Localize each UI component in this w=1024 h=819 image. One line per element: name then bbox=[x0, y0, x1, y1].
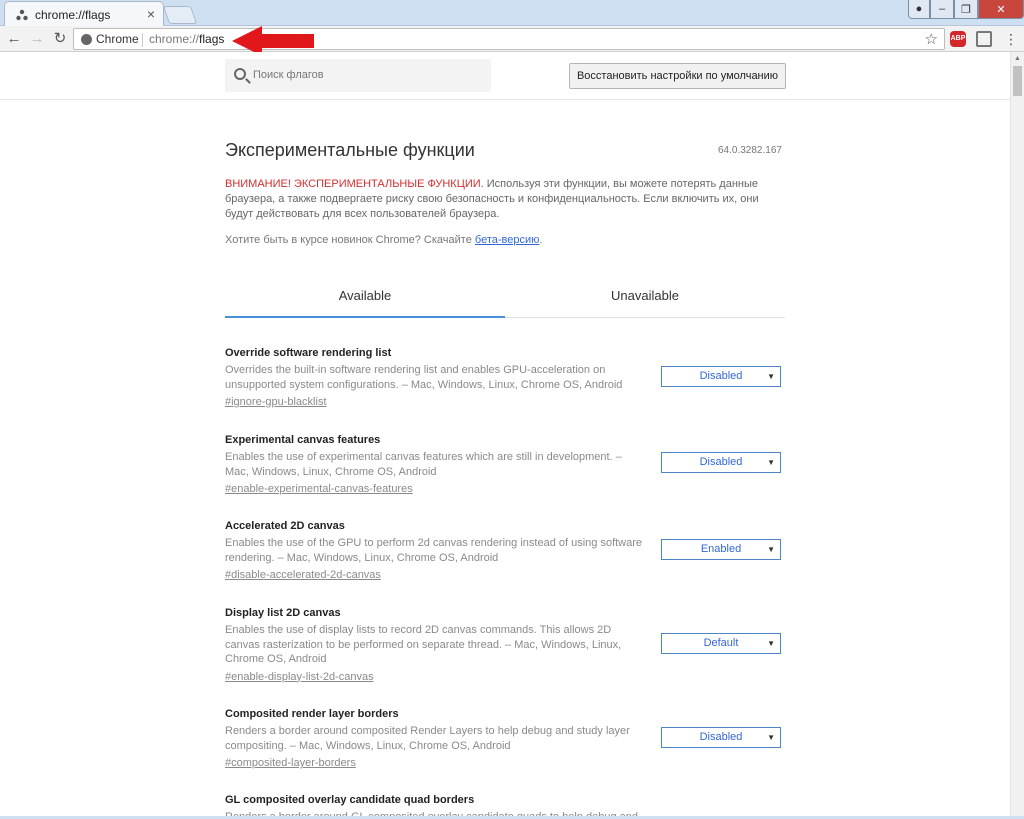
url-text[interactable]: chrome://flags bbox=[149, 32, 224, 46]
flag-state-select[interactable]: Enabled ▼ bbox=[661, 539, 781, 560]
tab-unavailable[interactable]: Unavailable bbox=[505, 276, 785, 318]
user-icon[interactable]: ● bbox=[908, 0, 930, 19]
flag-item: Display list 2D canvas Enables the use o… bbox=[225, 607, 785, 685]
page-title: Экспериментальные функции bbox=[225, 140, 475, 160]
flag-state-select[interactable]: Disabled ▼ bbox=[661, 727, 781, 748]
restore-icon[interactable]: ❐ bbox=[954, 0, 978, 19]
url-scheme: chrome:// bbox=[149, 32, 200, 46]
select-value: Default bbox=[703, 637, 739, 649]
flag-name: Override software rendering list bbox=[225, 347, 392, 359]
select-value: Enabled bbox=[700, 543, 742, 555]
select-value: Disabled bbox=[699, 456, 743, 468]
scroll-up-icon[interactable]: ▲ bbox=[1014, 55, 1021, 62]
url-host: flags bbox=[199, 32, 225, 46]
title-bar: chrome://flags × ● – ❐ ✕ bbox=[0, 0, 1024, 27]
beta-link[interactable]: бета-версию bbox=[475, 234, 539, 246]
tab-available[interactable]: Available bbox=[225, 276, 505, 318]
flag-anchor-link[interactable]: #composited-layer-borders bbox=[225, 757, 356, 769]
flags-page: Восстановить настройки по умолчанию Эксп… bbox=[0, 52, 1010, 819]
beta-line: Хотите быть в курсе новинок Chrome? Скач… bbox=[225, 234, 542, 246]
flag-item: Accelerated 2D canvas Enables the use of… bbox=[225, 520, 785, 583]
warning-text: ВНИМАНИЕ! ЭКСПЕРИМЕНТАЛЬНЫЕ ФУНКЦИИ. Исп… bbox=[225, 177, 785, 222]
beta-text: Хотите быть в курсе новинок Chrome? Скач… bbox=[225, 234, 475, 246]
tab-close-icon[interactable]: × bbox=[147, 6, 155, 22]
flag-anchor-link[interactable]: #enable-display-list-2d-canvas bbox=[225, 671, 374, 683]
browser-tab[interactable]: chrome://flags × bbox=[4, 1, 164, 27]
site-chip: Chrome bbox=[96, 32, 139, 46]
new-tab-button[interactable] bbox=[162, 6, 198, 24]
flag-description: Overrides the built-in software renderin… bbox=[225, 364, 623, 391]
chevron-down-icon: ▼ bbox=[767, 458, 775, 467]
flag-anchor-link[interactable]: #disable-accelerated-2d-canvas bbox=[225, 569, 381, 581]
reload-icon[interactable]: ↻ bbox=[51, 30, 69, 48]
toolbar: ← → ↻ Chrome chrome://flags ☆ ABP ⋮ bbox=[0, 26, 1024, 52]
flag-state-select[interactable]: Disabled ▼ bbox=[661, 452, 781, 473]
close-window-icon[interactable]: ✕ bbox=[978, 0, 1024, 19]
beta-after: . bbox=[539, 234, 543, 246]
window-controls: ● – ❐ ✕ bbox=[908, 0, 1024, 20]
tab-bar: Available Unavailable bbox=[225, 276, 785, 318]
flag-name: Display list 2D canvas bbox=[225, 607, 341, 619]
flag-description: Renders a border around composited Rende… bbox=[225, 725, 630, 752]
page-header: Восстановить настройки по умолчанию bbox=[0, 52, 1010, 100]
flag-name: GL composited overlay candidate quad bor… bbox=[225, 794, 475, 806]
flag-name: Experimental canvas features bbox=[225, 434, 381, 446]
flag-description: Enables the use of display lists to reco… bbox=[225, 624, 622, 665]
info-icon[interactable] bbox=[81, 34, 92, 45]
chevron-down-icon: ▼ bbox=[767, 545, 775, 554]
bookmark-star-icon[interactable]: ☆ bbox=[925, 30, 938, 48]
adblock-icon[interactable]: ABP bbox=[950, 31, 966, 47]
flag-name: Composited render layer borders bbox=[225, 708, 399, 720]
version-label: 64.0.3282.167 bbox=[718, 145, 782, 156]
select-value: Disabled bbox=[699, 370, 743, 382]
chevron-down-icon: ▼ bbox=[767, 733, 775, 742]
flag-description: Enables the use of the GPU to perform 2d… bbox=[225, 537, 643, 564]
cast-icon[interactable] bbox=[976, 31, 992, 47]
scrollbar-thumb[interactable] bbox=[1013, 66, 1022, 96]
search-input[interactable] bbox=[253, 67, 483, 83]
chevron-down-icon: ▼ bbox=[767, 372, 775, 381]
search-box[interactable] bbox=[225, 59, 491, 92]
address-bar[interactable]: Chrome chrome://flags ☆ bbox=[73, 28, 945, 50]
flask-icon bbox=[16, 9, 28, 21]
flag-name: Accelerated 2D canvas bbox=[225, 520, 345, 532]
select-value: Disabled bbox=[699, 731, 743, 743]
flag-state-select[interactable]: Default ▼ bbox=[661, 633, 781, 654]
chevron-down-icon: ▼ bbox=[767, 639, 775, 648]
flag-anchor-link[interactable]: #enable-experimental-canvas-features bbox=[225, 483, 413, 495]
flag-item: Composited render layer borders Renders … bbox=[225, 708, 785, 771]
flag-state-select[interactable]: Disabled ▼ bbox=[661, 366, 781, 387]
search-icon bbox=[234, 68, 246, 80]
divider bbox=[142, 33, 143, 47]
page-scrollbar[interactable]: ▲ bbox=[1010, 52, 1024, 819]
menu-icon[interactable]: ⋮ bbox=[1004, 31, 1018, 47]
minimize-icon[interactable]: – bbox=[930, 0, 954, 19]
reset-all-button[interactable]: Восстановить настройки по умолчанию bbox=[569, 63, 786, 89]
warning-lead: ВНИМАНИЕ! ЭКСПЕРИМЕНТАЛЬНЫЕ ФУНКЦИИ. bbox=[225, 178, 484, 190]
flag-item: Override software rendering list Overrid… bbox=[225, 347, 785, 410]
flag-description: Enables the use of experimental canvas f… bbox=[225, 451, 622, 478]
flag-anchor-link[interactable]: #ignore-gpu-blacklist bbox=[225, 396, 327, 408]
forward-icon[interactable]: → bbox=[28, 30, 46, 48]
flag-item: Experimental canvas features Enables the… bbox=[225, 434, 785, 497]
tab-title: chrome://flags bbox=[35, 8, 111, 22]
back-icon[interactable]: ← bbox=[5, 30, 23, 48]
